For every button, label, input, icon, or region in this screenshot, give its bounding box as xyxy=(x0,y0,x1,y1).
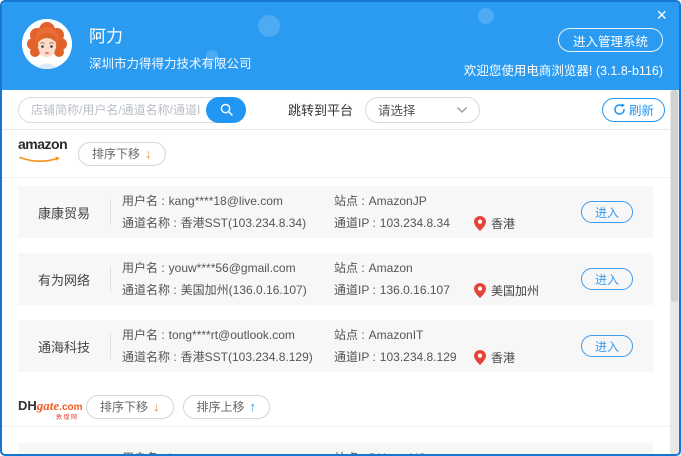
platform-select-value: 请选择 xyxy=(378,104,416,118)
refresh-label: 刷新 xyxy=(628,104,654,118)
username-value: tong****rt@outlook.com xyxy=(168,327,295,342)
account-column: 用户名 : b xyxy=(122,451,334,455)
enter-button[interactable]: 进入 xyxy=(581,201,633,223)
region-name: 美国加州 xyxy=(491,283,540,298)
region: 香港 xyxy=(474,215,515,232)
enter-management-button[interactable]: 进入管理系统 xyxy=(557,28,663,52)
region-name: 香港 xyxy=(491,350,516,365)
search-button[interactable] xyxy=(206,96,246,123)
store-row: 康康贸易 用户名 : kang****18@live.com 通道名称 : 香港SS… xyxy=(18,186,653,238)
dhgate-logo: DHgate.com 敦煌网 xyxy=(18,398,83,421)
site-value: AmazonIT xyxy=(368,327,424,342)
section-head-dhgate: DHgate.com 敦煌网 排序下移 ↓ 排序上移 ↑ xyxy=(2,387,679,427)
site-column: 站点 : DHgateUS xyxy=(334,451,474,455)
sort-down-button[interactable]: 排序下移 ↓ xyxy=(86,394,174,419)
enter-button[interactable]: 进入 xyxy=(581,268,633,290)
app-window: × 阿力 深圳市力得得力技术有限公司 进入管理系统 欢迎您使用电商浏览器! (3… xyxy=(0,0,681,456)
sort-down-button[interactable]: 排序下移 ↓ xyxy=(78,141,166,166)
site-column: 站点 : AmazonJP 通道IP :103.234.8.34 xyxy=(334,194,474,231)
site-value: DHgateUS xyxy=(369,451,426,455)
arrow-down-icon: ↓ xyxy=(145,146,152,161)
username-label: 用户名 : xyxy=(122,327,165,342)
scrollbar[interactable] xyxy=(670,90,679,454)
welcome-version-text: 欢迎您使用电商浏览器! (3.1.8-b116) xyxy=(463,64,663,78)
company-name: 深圳市力得得力技术有限公司 xyxy=(89,57,252,71)
enter-button[interactable]: 进入 xyxy=(581,335,633,357)
divider xyxy=(110,333,111,359)
sort-up-button[interactable]: 排序上移 ↑ xyxy=(182,394,271,419)
channel-ip-label: 通道IP : xyxy=(334,215,376,230)
chevron-down-icon xyxy=(456,106,468,113)
channel-ip-label: 通道IP : xyxy=(334,282,376,297)
channel-name-label: 通道名称 : xyxy=(122,282,177,297)
platform-select[interactable]: 请选择 xyxy=(365,96,481,123)
decor-bubble xyxy=(258,15,280,37)
site-column: 站点 : AmazonIT 通道IP :103.234.8.129 xyxy=(334,328,474,365)
site-label: 站点 : xyxy=(334,260,365,275)
decor-bubble xyxy=(478,8,494,24)
site-column: 站点 : Amazon 通道IP :136.0.16.107 xyxy=(334,261,474,298)
username-value: b xyxy=(169,451,176,455)
account-column: 用户名 : kang****18@live.com 通道名称 : 香港SST(103… xyxy=(122,194,334,231)
store-row: 有为网络 用户名 : youw****56@gmail.com 通道名称 : 美国加… xyxy=(18,253,653,305)
channel-name-label: 通道名称 : xyxy=(122,215,177,230)
search-icon xyxy=(220,103,233,116)
avatar xyxy=(22,19,72,69)
username-label: 用户名 : xyxy=(122,193,165,208)
amazon-logo: amazon xyxy=(18,137,74,169)
site-value: Amazon xyxy=(368,260,413,275)
channel-ip-value: 103.234.8.129 xyxy=(379,349,457,364)
close-icon[interactable]: × xyxy=(656,6,667,24)
scrollbar-thumb[interactable] xyxy=(671,90,678,302)
channel-name-value: 美国加州(136.0.16.107) xyxy=(180,282,307,297)
store-row-partial: 用户名 : b 站点 : DHgateUS xyxy=(18,443,653,455)
channel-name-value: 香港SST(103.234.8.129) xyxy=(180,349,313,364)
site-label: 站点 : xyxy=(334,193,365,208)
account-column: 用户名 : youw****56@gmail.com 通道名称 : 美国加州(136… xyxy=(122,261,334,298)
amazon-smile-icon xyxy=(19,156,60,163)
region: 美国加州 xyxy=(474,282,539,299)
location-pin-icon xyxy=(474,215,486,231)
search-input[interactable] xyxy=(19,102,206,117)
user-name: 阿力 xyxy=(89,27,123,46)
arrow-up-icon: ↑ xyxy=(249,399,257,414)
channel-ip-value: 103.234.8.34 xyxy=(379,215,450,230)
section-head-amazon: amazon 排序下移 ↓ xyxy=(2,130,679,178)
store-name: 康康贸易 xyxy=(37,205,90,221)
divider xyxy=(110,199,111,225)
store-row: 通海科技 用户名 : tong****rt@outlook.com 通道名称 :香… xyxy=(18,320,653,372)
channel-name-value: 香港SST(103.234.8.34) xyxy=(180,215,307,230)
arrow-down-icon: ↓ xyxy=(153,399,160,414)
region: 香港 xyxy=(474,349,515,366)
region-name: 香港 xyxy=(491,216,516,231)
username-value: youw****56@gmail.com xyxy=(168,260,296,275)
username-label: 用户名 : xyxy=(122,451,165,455)
jump-platform-label: 跳转到平台 xyxy=(288,103,354,118)
location-pin-icon xyxy=(474,349,486,365)
divider xyxy=(110,266,111,292)
refresh-icon xyxy=(614,103,626,115)
channel-ip-value: 136.0.16.107 xyxy=(379,282,450,297)
channel-name-label: 通道名称 : xyxy=(122,349,177,364)
site-label: 站点 : xyxy=(334,327,365,342)
channel-ip-label: 通道IP : xyxy=(334,349,376,364)
site-label: 站点 : xyxy=(334,451,365,455)
toolbar: 跳转到平台 请选择 刷新 xyxy=(2,90,679,130)
header: × 阿力 深圳市力得得力技术有限公司 进入管理系统 欢迎您使用电商浏览器! (3… xyxy=(2,2,679,90)
username-value: kang****18@live.com xyxy=(168,193,283,208)
location-pin-icon xyxy=(474,282,486,298)
dhgate-logo-chinese: 敦煌网 xyxy=(56,414,79,421)
search-box xyxy=(18,96,246,123)
account-column: 用户名 : tong****rt@outlook.com 通道名称 : 香港SST(… xyxy=(122,328,334,365)
store-name: 通海科技 xyxy=(37,339,90,355)
site-value: AmazonJP xyxy=(368,193,427,208)
username-label: 用户名 : xyxy=(122,260,165,275)
store-name: 有为网络 xyxy=(37,272,90,288)
refresh-button[interactable]: 刷新 xyxy=(601,97,665,122)
